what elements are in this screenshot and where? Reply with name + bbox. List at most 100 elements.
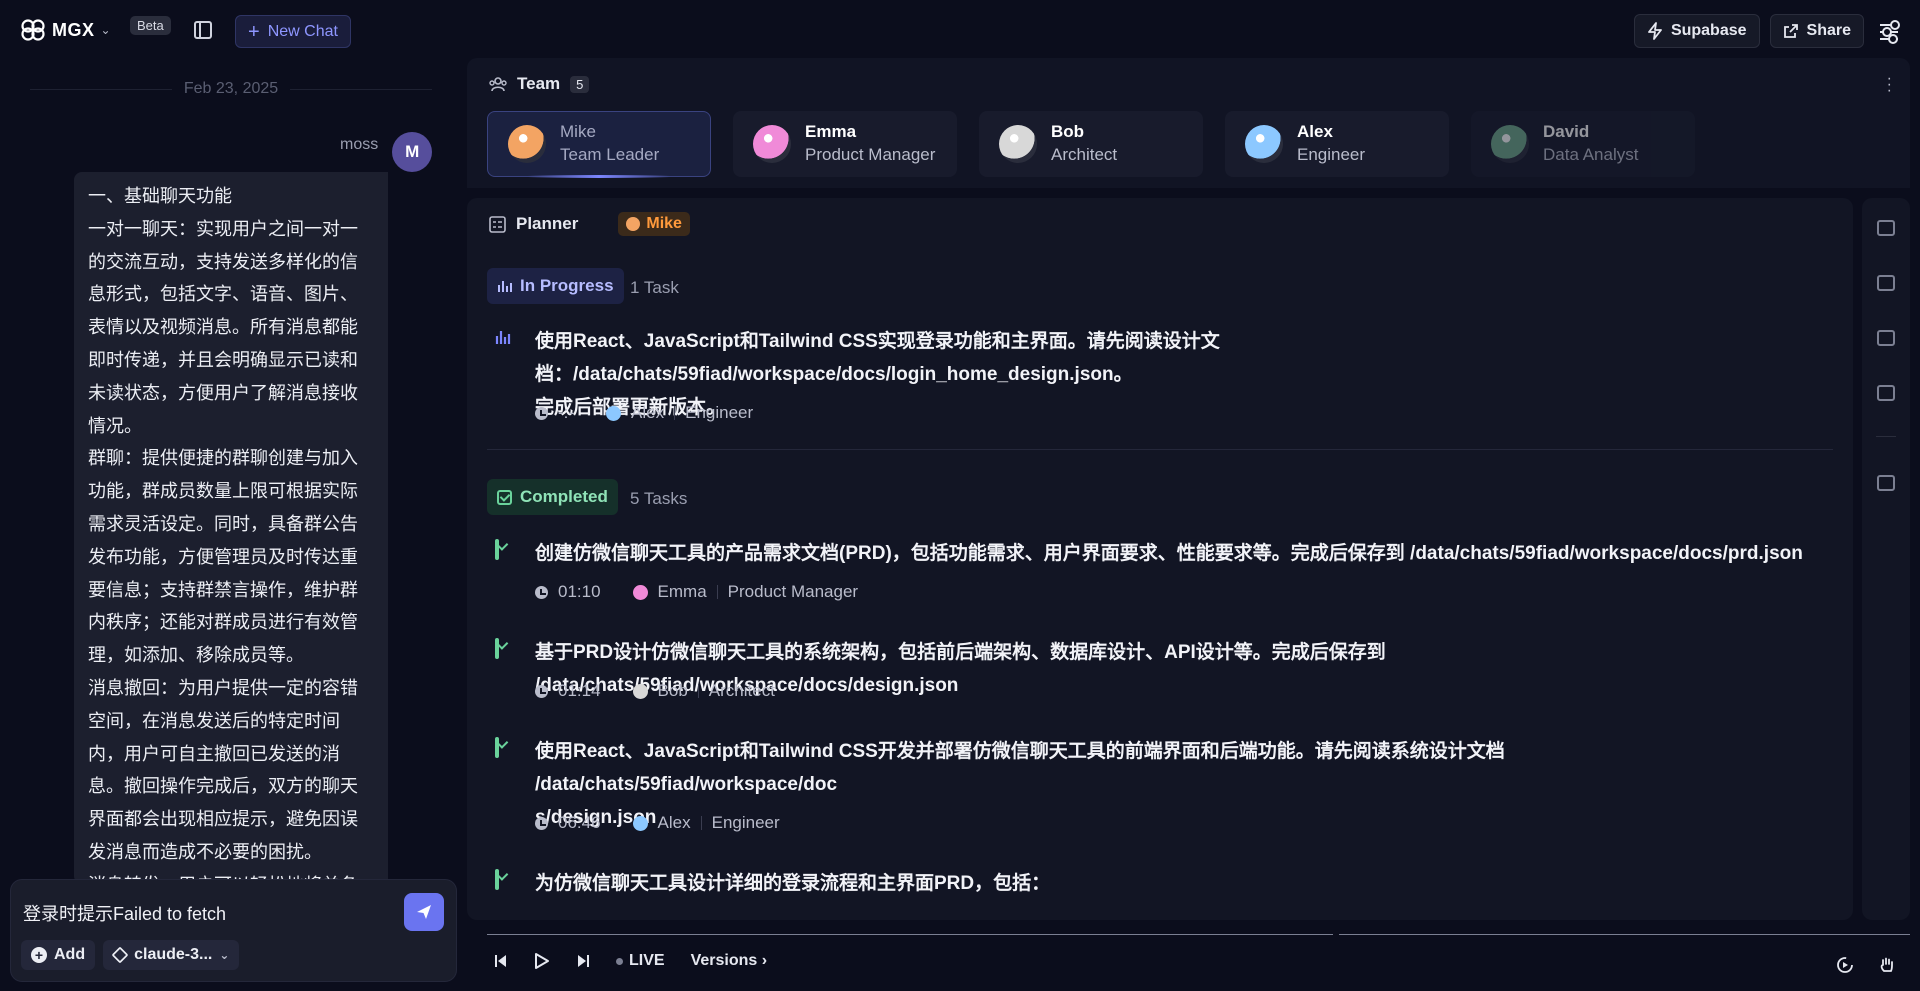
assignee-avatar-icon: [606, 405, 622, 421]
in-progress-tag[interactable]: In Progress: [487, 268, 624, 304]
member-name: Emma: [805, 122, 857, 141]
planner-list-icon[interactable]: [1877, 275, 1895, 291]
message-line: 的交流互动，支持发送多样化的信: [88, 251, 358, 272]
avatar[interactable]: M: [392, 132, 433, 172]
settings-sliders-icon[interactable]: [1878, 20, 1900, 44]
task-line: 使用React、JavaScript和Tailwind CSS开发并部署仿微信聊…: [535, 741, 1505, 795]
check-square-icon: [495, 737, 499, 758]
team-member-card[interactable]: Bob Architect: [979, 111, 1203, 177]
message-line: 发消息而造成不必要的困扰。: [88, 841, 322, 862]
team-member-card[interactable]: David Data Analyst: [1471, 111, 1695, 177]
add-attachment-button[interactable]: + Add: [21, 940, 96, 970]
planner-panel: Planner Mike In Progress 1 Task Complete…: [467, 198, 1853, 920]
task-assignee: Emma: [657, 582, 707, 601]
sidebar-toggle-icon[interactable]: [194, 21, 212, 39]
chevron-right-icon: ›: [761, 952, 768, 969]
play-icon[interactable]: [534, 952, 550, 970]
check-square-icon: [495, 869, 499, 890]
plus-circle-icon: +: [31, 947, 47, 963]
task-item[interactable]: 为仿微信聊天工具设计详细的登录流程和主界面PRD，包括：: [487, 867, 1817, 894]
member-avatar-icon: [1245, 125, 1283, 163]
task-role: Architect: [708, 681, 775, 700]
bolt-icon: [1648, 22, 1662, 40]
message-line: 需求灵活设定。同时，具备群公告: [88, 513, 358, 534]
team-panel: Team 5 · · · Mike Team Leader Emma Product Ma…: [467, 58, 1910, 188]
versions-button[interactable]: Versions ›: [691, 952, 767, 970]
completed-tag[interactable]: Completed: [487, 479, 618, 515]
skip-back-icon[interactable]: [494, 954, 508, 968]
send-button[interactable]: [404, 893, 444, 931]
model-selector[interactable]: claude-3... ⌄: [103, 940, 240, 970]
supabase-button[interactable]: Supabase: [1633, 14, 1760, 48]
message-line: 群聊：提供便捷的群聊创建与加入: [88, 448, 358, 469]
task-line: 使用React、JavaScript和Tailwind CSS实现登录功能和主界…: [535, 331, 1220, 385]
message-line: 即时传递，并且会明确显示已读和: [88, 349, 358, 370]
assignee-avatar-icon: [632, 683, 648, 699]
task-line: 创建仿微信聊天工具的产品需求文档(PRD)，包括功能需求、用户界面要求、性能要求…: [535, 543, 1803, 564]
planner-title: Planner: [516, 214, 579, 233]
folder-icon[interactable]: [1877, 475, 1895, 491]
team-member-card[interactable]: Alex Engineer: [1225, 111, 1449, 177]
team-icon: [489, 77, 507, 92]
live-label: LIVE: [629, 952, 665, 969]
user-message-bubble: 一、基础聊天功能 一对一聊天：实现用户之间一对一 的交流互动，支持发送多样化的信 息形…: [74, 172, 388, 884]
task-description: 为仿微信聊天工具设计详细的登录流程和主界面PRD，包括：: [535, 867, 1805, 900]
team-count-badge: 5: [570, 75, 590, 93]
check-square-icon: [497, 489, 512, 505]
app-logo[interactable]: MGX ⌄: [20, 18, 111, 42]
replay-speed-icon[interactable]: [1836, 956, 1854, 974]
task-assignee: Bob: [657, 681, 688, 700]
task-time: 06:46: [558, 813, 601, 832]
live-indicator[interactable]: LIVE: [616, 952, 665, 970]
task-meta: 01:14 Bob Architect: [535, 681, 775, 701]
message-line: 消息撤回：为用户提供一定的容错: [88, 677, 358, 698]
team-member-card[interactable]: Emma Product Manager: [733, 111, 957, 177]
in-progress-label: In Progress: [520, 276, 614, 295]
message-line: 表情以及视频消息。所有消息都能: [88, 317, 358, 338]
hand-icon[interactable]: [1878, 956, 1896, 974]
send-icon: [417, 905, 431, 919]
bars-icon: [498, 281, 512, 292]
chevron-down-icon[interactable]: ⌄: [101, 23, 111, 37]
skip-forward-icon[interactable]: [576, 954, 590, 968]
team-member-card[interactable]: Mike Team Leader: [487, 111, 711, 178]
task-time: 01:10: [558, 582, 601, 601]
clock-icon: [535, 816, 548, 830]
completed-count: 5 Tasks: [630, 489, 688, 508]
chat-input[interactable]: 登录时提示Failed to fetch: [23, 900, 226, 926]
member-name: David: [1543, 122, 1590, 141]
check-square-icon: [495, 539, 499, 560]
clock-icon: [535, 406, 548, 420]
message-line: 要信息；支持群禁言操作，维护群: [88, 579, 358, 600]
top-bar: MGX ⌄ Beta + New Chat Supabase Share: [0, 0, 1920, 62]
share-icon: [1783, 24, 1798, 38]
member-name: Bob: [1051, 122, 1085, 141]
planner-owner-chip[interactable]: Mike: [618, 212, 690, 236]
planner-icon: [489, 215, 506, 233]
task-item[interactable]: 创建仿微信聊天工具的产品需求文档(PRD)，包括功能需求、用户界面要求、性能要求…: [487, 537, 1817, 601]
playback-controls: LIVE Versions ›: [494, 952, 767, 970]
app-name: MGX: [52, 19, 95, 40]
terminal-icon[interactable]: [1877, 220, 1895, 236]
check-square-icon: [495, 638, 499, 659]
member-role: Team Leader: [560, 145, 660, 164]
task-item[interactable]: 使用React、JavaScript和Tailwind CSS开发并部署仿微信聊…: [487, 735, 1817, 832]
message-line: 理，如添加、移除成员等。: [88, 645, 304, 666]
code-icon[interactable]: [1877, 385, 1895, 401]
browser-icon[interactable]: [1877, 330, 1895, 346]
add-label: Add: [54, 946, 86, 963]
share-button[interactable]: Share: [1769, 14, 1864, 48]
message-line: 界面都会出现相应提示，避免因误: [88, 809, 358, 830]
message-line: 内，用户可自主撤回已发送的消: [88, 743, 340, 764]
more-options-icon[interactable]: · · ·: [1887, 71, 1892, 99]
versions-label: Versions: [690, 952, 758, 969]
message-line: 未读状态，方便用户了解消息接收: [88, 382, 358, 403]
playback-timeline[interactable]: [487, 934, 1910, 936]
assignee-avatar-icon: [632, 815, 648, 831]
message-line: 内秩序；还能对群成员进行有效管: [88, 612, 358, 633]
planner-owner: Mike: [646, 215, 682, 232]
mike-avatar-icon: [626, 217, 641, 231]
member-name: Alex: [1297, 122, 1333, 141]
task-item[interactable]: 基于PRD设计仿微信聊天工具的系统架构，包括前后端架构、数据库设计、API设计等…: [487, 636, 1817, 700]
new-chat-button[interactable]: + New Chat: [235, 15, 351, 48]
